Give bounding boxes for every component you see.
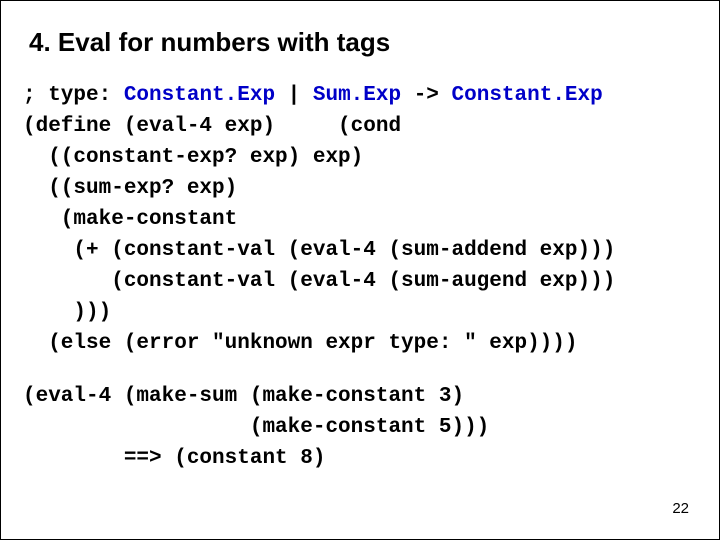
- code-line: ))): [23, 301, 111, 324]
- code-line: (constant-val (eval-4 (sum-augend exp))): [23, 270, 615, 293]
- code-line: (eval-4 (make-sum (make-constant 3): [23, 385, 464, 408]
- code-block-1: ; type: Constant.Exp | Sum.Exp -> Consta…: [23, 80, 697, 359]
- code-line: (make-constant: [23, 208, 237, 231]
- slide-title: 4. Eval for numbers with tags: [29, 27, 697, 58]
- code-line: (make-constant 5))): [23, 416, 489, 439]
- code-line: ==> (constant 8): [23, 447, 325, 470]
- type-constant-exp-2: Constant.Exp: [452, 84, 603, 107]
- code-line: ((sum-exp? exp): [23, 177, 237, 200]
- slide: 4. Eval for numbers with tags ; type: Co…: [0, 0, 720, 540]
- code-block-2: (eval-4 (make-sum (make-constant 3) (mak…: [23, 381, 697, 474]
- code-line: (+ (constant-val (eval-4 (sum-addend exp…: [23, 239, 615, 262]
- type-bar: |: [275, 84, 313, 107]
- type-arrow: ->: [401, 84, 451, 107]
- page-number: 22: [672, 500, 689, 517]
- code-line: (define (eval-4 exp) (cond: [23, 115, 401, 138]
- code-line: ((constant-exp? exp) exp): [23, 146, 363, 169]
- code-line: (else (error "unknown expr type: " exp))…: [23, 332, 578, 355]
- type-comment-prefix: ; type:: [23, 84, 124, 107]
- type-constant-exp-1: Constant.Exp: [124, 84, 275, 107]
- type-sum-exp: Sum.Exp: [313, 84, 401, 107]
